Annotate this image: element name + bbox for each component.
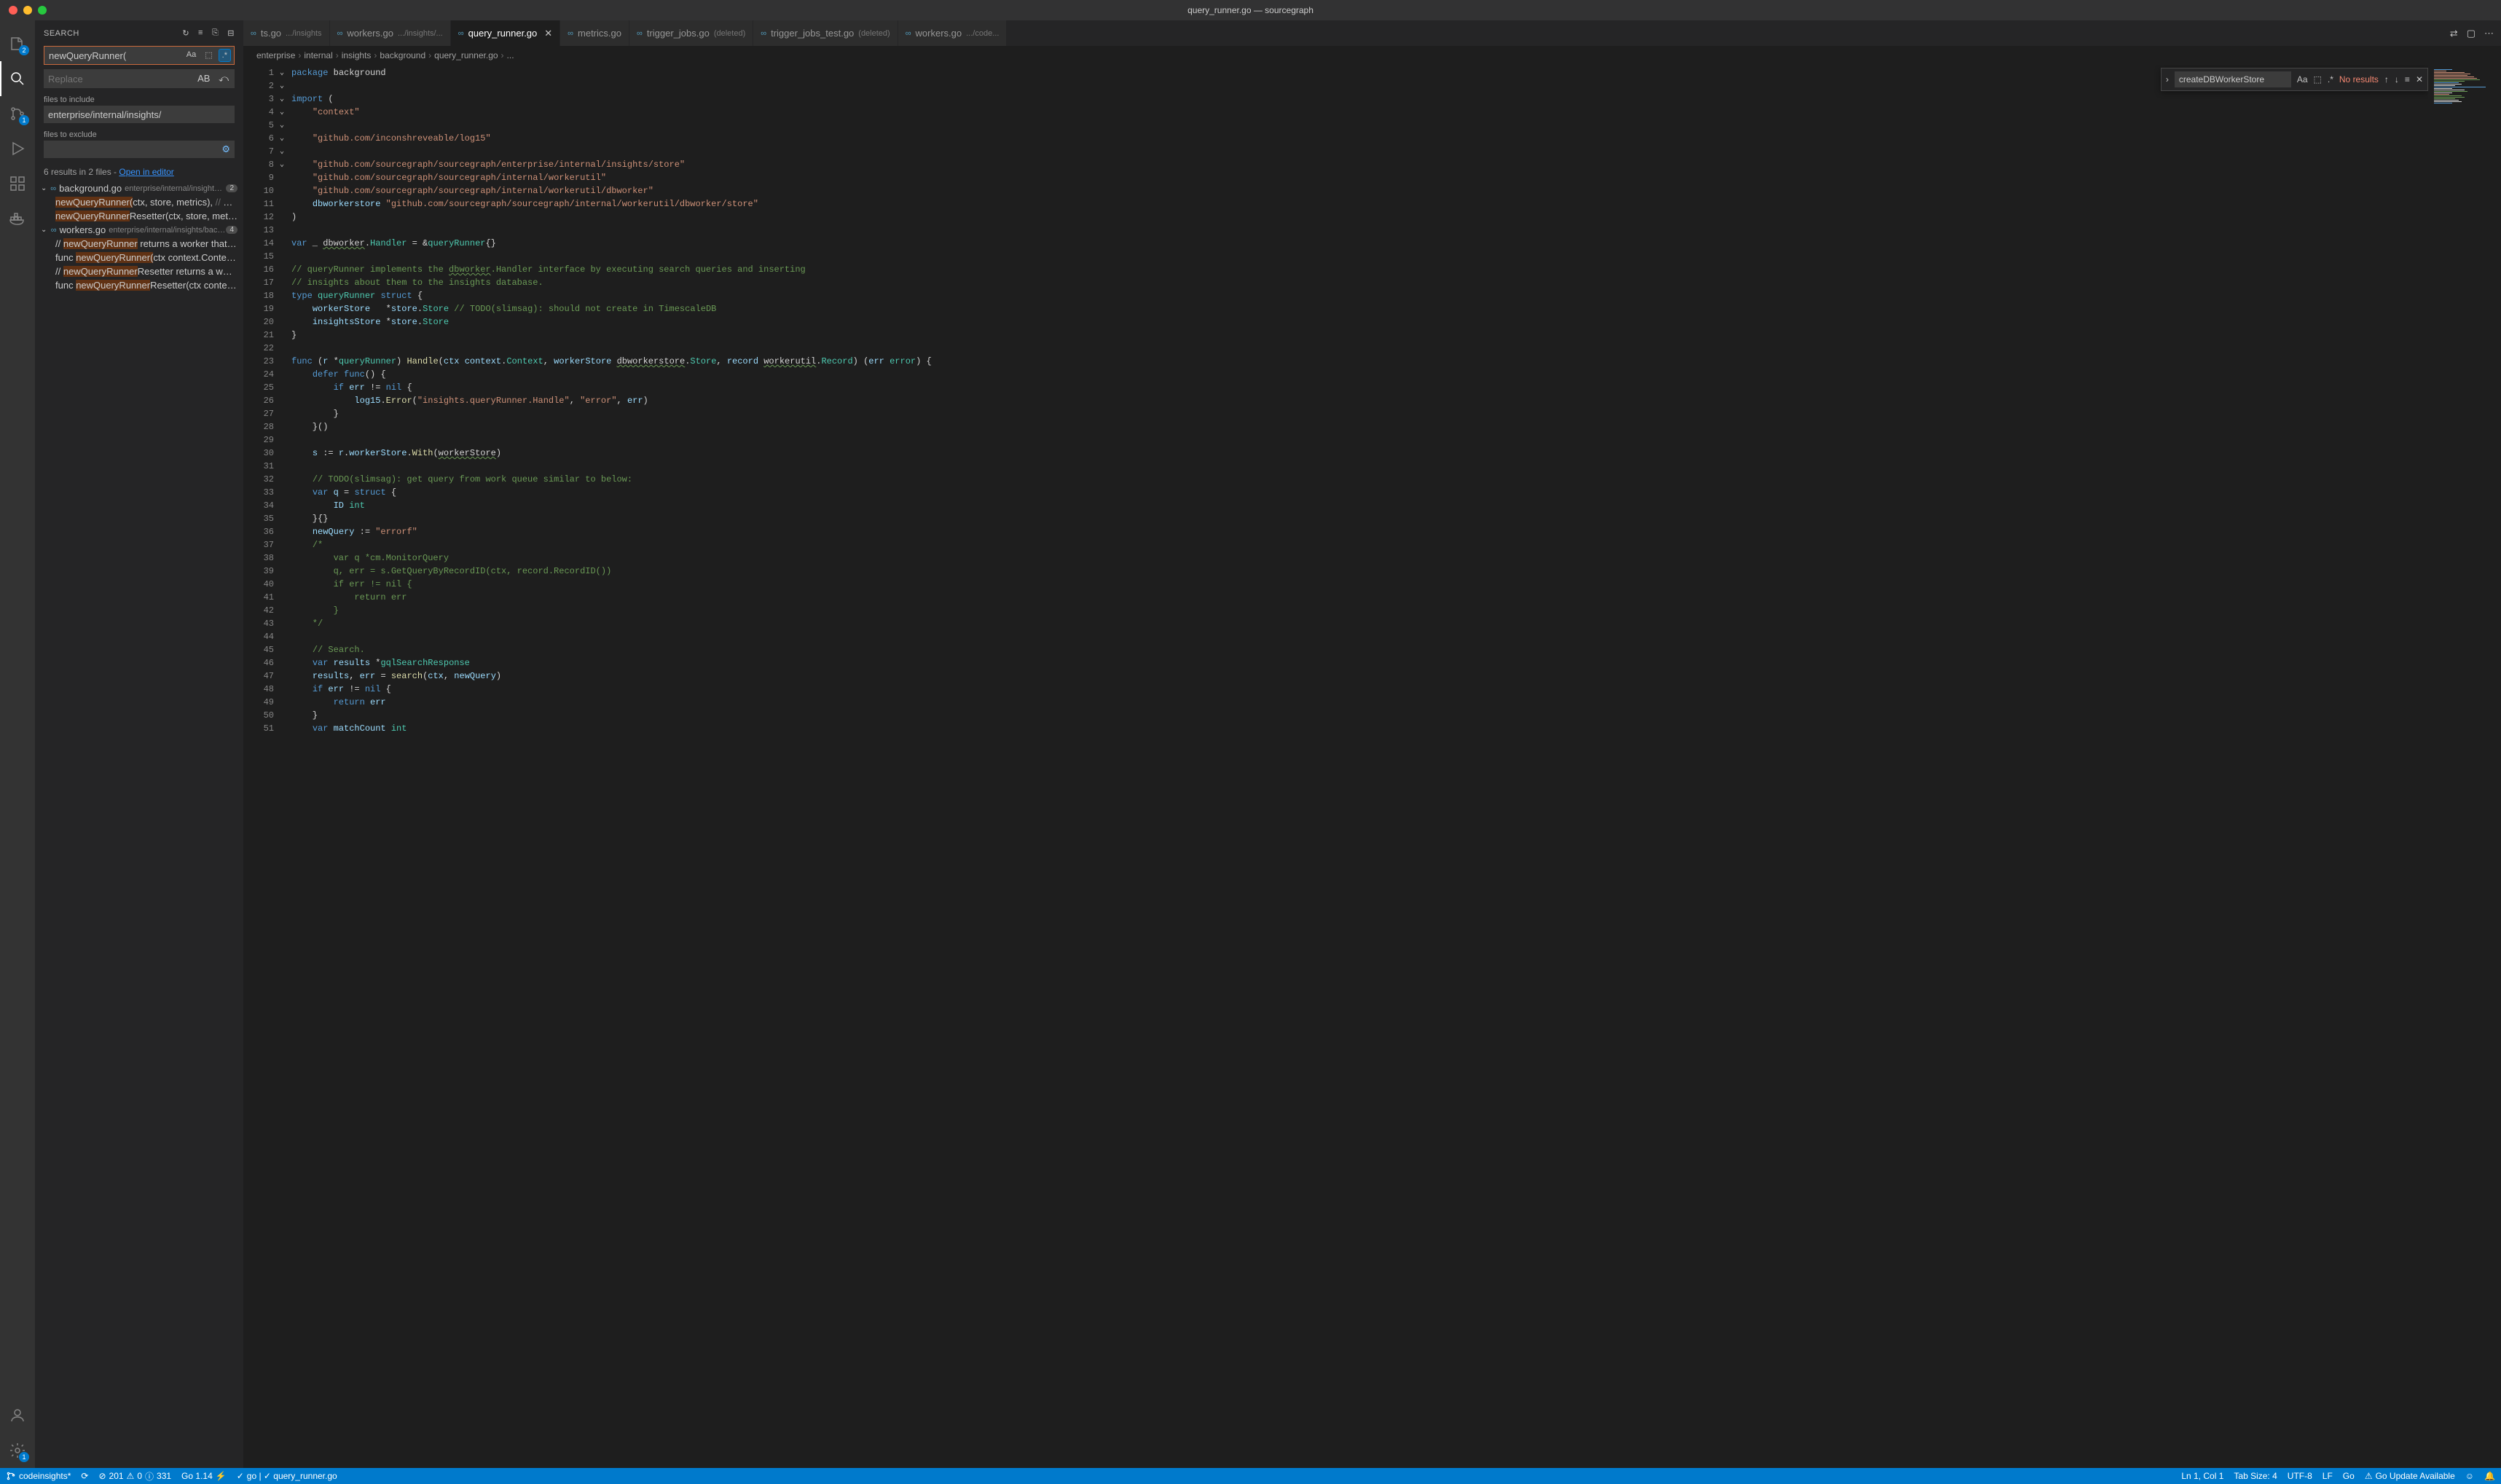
find-word-toggle[interactable]: ⬚ xyxy=(2314,74,2322,85)
more-actions-icon[interactable]: ⋯ xyxy=(2484,28,2494,39)
minimize-window-button[interactable] xyxy=(23,6,32,15)
result-match[interactable]: // newQueryRunner returns a worker that … xyxy=(35,237,243,251)
files-include-label: files to include xyxy=(35,93,243,106)
breadcrumb-item[interactable]: ... xyxy=(506,50,516,60)
docker-icon[interactable] xyxy=(0,201,35,236)
result-match[interactable]: newQueryRunner(ctx, store, metrics), // … xyxy=(35,195,243,209)
clear-icon[interactable]: ≡ xyxy=(198,28,203,38)
files-exclude-box: ⚙ xyxy=(44,141,235,158)
extensions-icon[interactable] xyxy=(0,166,35,201)
find-case-toggle[interactable]: Aa xyxy=(2297,74,2308,85)
editor-tab[interactable]: ∞query_runner.go✕ xyxy=(451,20,560,46)
accounts-icon[interactable] xyxy=(0,1398,35,1433)
search-input-box: Aa ⬚ .* xyxy=(44,46,235,65)
titlebar: query_runner.go — sourcegraph xyxy=(0,0,2501,20)
result-match[interactable]: func newQueryRunnerResetter(ctx context.… xyxy=(35,278,243,292)
editor-tab[interactable]: ∞workers.go.../code... xyxy=(898,20,1008,46)
editor-tab[interactable]: ∞trigger_jobs.go(deleted) xyxy=(629,20,753,46)
refresh-icon[interactable]: ↻ xyxy=(182,28,189,38)
breadcrumb-item[interactable]: query_runner.go xyxy=(433,50,499,60)
replace-input-box: AB ⤺ xyxy=(44,69,235,88)
search-input[interactable] xyxy=(49,50,184,61)
run-debug-icon[interactable] xyxy=(0,131,35,166)
breadcrumb-item[interactable]: background xyxy=(378,50,427,60)
split-editor-icon[interactable]: ▢ xyxy=(2467,28,2476,39)
results-tree: ⌄∞background.goenterprise/internal/insig… xyxy=(35,181,243,1468)
find-input[interactable] xyxy=(2175,71,2291,87)
tab-size[interactable]: Tab Size: 4 xyxy=(2234,1471,2277,1481)
find-prev-icon[interactable]: ↑ xyxy=(2384,74,2389,85)
result-match[interactable]: func newQueryRunner(ctx context.Context,… xyxy=(35,251,243,264)
git-branch[interactable]: codeinsights* xyxy=(6,1471,71,1481)
minimap[interactable] xyxy=(2428,65,2501,1468)
files-include-input[interactable] xyxy=(48,109,230,120)
match-case-toggle[interactable]: Aa xyxy=(184,49,199,62)
window-title: query_runner.go — sourcegraph xyxy=(1187,5,1314,15)
files-include-box xyxy=(44,106,235,123)
find-expand-icon[interactable]: › xyxy=(2166,74,2169,85)
cursor-position[interactable]: Ln 1, Col 1 xyxy=(2181,1471,2223,1481)
open-in-editor-link[interactable]: Open in editor xyxy=(119,167,173,177)
search-sidebar: SEARCH ↻ ≡ ⎘ ⊟ Aa ⬚ .* AB ⤺ files to inc… xyxy=(35,20,243,1468)
breadcrumbs[interactable]: enterprise › internal › insights › backg… xyxy=(243,46,2501,65)
sidebar-title: SEARCH xyxy=(44,29,79,38)
result-file[interactable]: ⌄∞workers.goenterprise/internal/insights… xyxy=(35,223,243,237)
analysis-status[interactable]: ✓ go | ✓ query_runner.go xyxy=(237,1471,337,1481)
close-window-button[interactable] xyxy=(9,6,17,15)
editor-tab[interactable]: ∞trigger_jobs_test.go(deleted) xyxy=(753,20,898,46)
notifications-icon[interactable]: 🔔 xyxy=(2484,1471,2495,1481)
statusbar: codeinsights* ⟳ ⊘ 201 ⚠ 0 ⓘ 331 Go 1.14 … xyxy=(0,1468,2501,1484)
breadcrumb-item[interactable]: internal xyxy=(302,50,334,60)
find-selection-icon[interactable]: ≡ xyxy=(2405,74,2410,85)
problems-errors[interactable]: ⊘ 201 ⚠ 0 ⓘ 331 xyxy=(98,1470,171,1483)
code-content[interactable]: package background import ( "context" "g… xyxy=(291,65,2428,1468)
go-version[interactable]: Go 1.14 ⚡ xyxy=(181,1471,227,1481)
language-mode[interactable]: Go xyxy=(2343,1471,2355,1481)
breadcrumb-item[interactable]: enterprise xyxy=(255,50,297,60)
activity-bar: 2 1 1 xyxy=(0,20,35,1468)
find-close-icon[interactable]: ✕ xyxy=(2416,74,2423,85)
editor-tab[interactable]: ∞metrics.go xyxy=(560,20,629,46)
replace-input[interactable] xyxy=(48,74,195,85)
maximize-window-button[interactable] xyxy=(38,6,47,15)
editor-tab[interactable]: ∞workers.go.../insights/... xyxy=(330,20,451,46)
result-match[interactable]: newQueryRunnerResetter(ctx, store, metri… xyxy=(35,209,243,223)
encoding[interactable]: UTF-8 xyxy=(2288,1471,2312,1481)
fold-gutter[interactable]: ⌄ ⌄ ⌄ ⌄⌄⌄ ⌄ ⌄ xyxy=(280,65,291,1468)
find-next-icon[interactable]: ↓ xyxy=(2395,74,2399,85)
eol[interactable]: LF xyxy=(2323,1471,2333,1481)
regex-toggle[interactable]: .* xyxy=(219,49,231,62)
compare-icon[interactable]: ⇄ xyxy=(2450,28,2458,39)
result-file[interactable]: ⌄∞background.goenterprise/internal/insig… xyxy=(35,181,243,195)
whole-word-toggle[interactable]: ⬚ xyxy=(202,49,215,62)
tabs-bar: ∞ts.go.../insights∞workers.go.../insight… xyxy=(243,20,2501,46)
find-widget: › Aa ⬚ .* No results ↑ ↓ ≡ ✕ xyxy=(2161,68,2428,91)
files-exclude-input[interactable] xyxy=(48,144,221,155)
result-match[interactable]: // newQueryRunnerResetter returns a work… xyxy=(35,264,243,278)
breadcrumb-item[interactable]: insights xyxy=(340,50,373,60)
tab-close-icon[interactable]: ✕ xyxy=(544,28,552,39)
find-result-count: No results xyxy=(2339,74,2379,85)
replace-all-icon[interactable]: ⤺ xyxy=(216,71,232,85)
settings-gear-icon[interactable]: 1 xyxy=(0,1433,35,1468)
editor-tab[interactable]: ∞ts.go.../insights xyxy=(243,20,330,46)
line-gutter: 1234567891011121314151617181920212223242… xyxy=(243,65,280,1468)
explorer-icon[interactable]: 2 xyxy=(0,26,35,61)
new-editor-icon[interactable]: ⎘ xyxy=(212,28,219,38)
find-regex-toggle[interactable]: .* xyxy=(2328,74,2333,85)
exclude-settings-icon[interactable]: ⚙ xyxy=(221,144,230,155)
results-summary: 6 results in 2 files - Open in editor xyxy=(35,162,243,181)
go-update[interactable]: ⚠ Go Update Available xyxy=(2365,1471,2455,1481)
sync-button[interactable]: ⟳ xyxy=(81,1471,88,1481)
editor-area: ∞ts.go.../insights∞workers.go.../insight… xyxy=(243,20,2501,1468)
preserve-case-toggle[interactable]: AB xyxy=(195,71,213,85)
collapse-icon[interactable]: ⊟ xyxy=(227,28,235,38)
window-controls xyxy=(0,6,47,15)
files-exclude-label: files to exclude xyxy=(35,127,243,141)
feedback-icon[interactable]: ☺ xyxy=(2465,1471,2474,1481)
source-control-icon[interactable]: 1 xyxy=(0,96,35,131)
search-icon[interactable] xyxy=(0,61,35,96)
